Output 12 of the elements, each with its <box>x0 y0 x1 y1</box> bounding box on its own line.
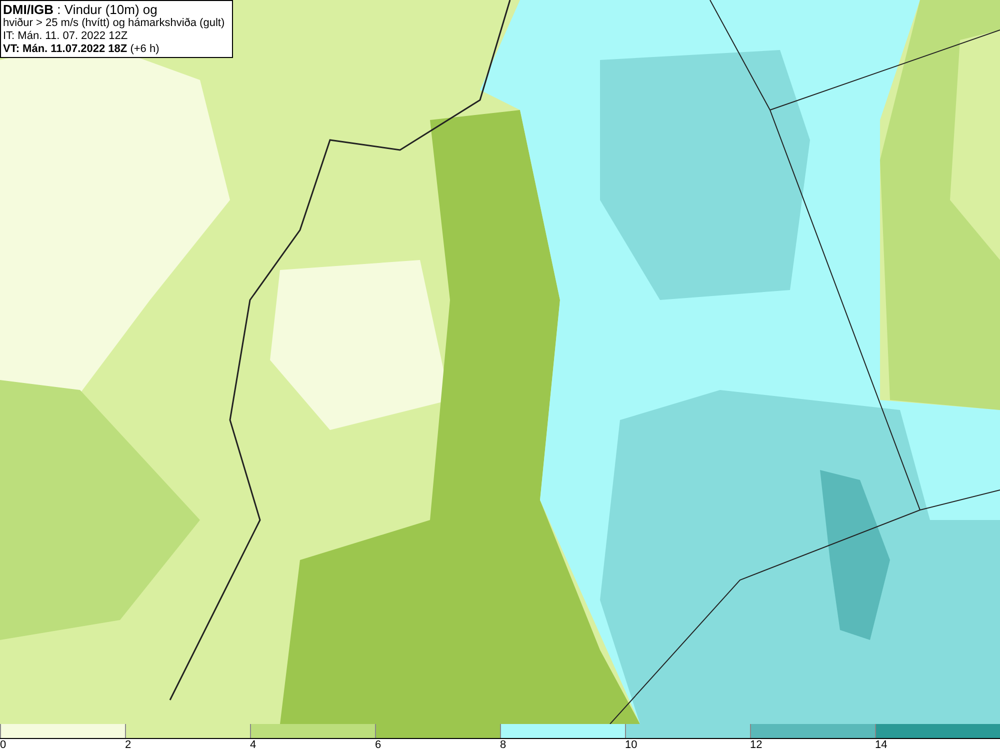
legend-tick-label: 10 <box>625 739 638 752</box>
map-caption: IT: Mán. 11. 07. 2022 12Z <box>3 30 129 43</box>
legend-tick-label: 2 <box>125 739 132 752</box>
legend-tick-label: 6 <box>375 739 382 752</box>
map-title: DMI/IGB : Vindur (10m) og <box>3 2 158 17</box>
legend-tick-label: 12 <box>750 739 762 752</box>
map-caption: VT: Mán. 11.07.2022 18Z (+6 h) <box>3 43 160 56</box>
legend-tick-label: 8 <box>500 739 506 752</box>
legend-tick-label: 14 <box>875 739 888 752</box>
legend-tick-label: 4 <box>250 739 256 752</box>
legend-tick-label: 0 <box>0 739 6 752</box>
map-caption: hviður > 25 m/s (hvítt) og hámarkshviða (gult) <box>3 17 226 30</box>
